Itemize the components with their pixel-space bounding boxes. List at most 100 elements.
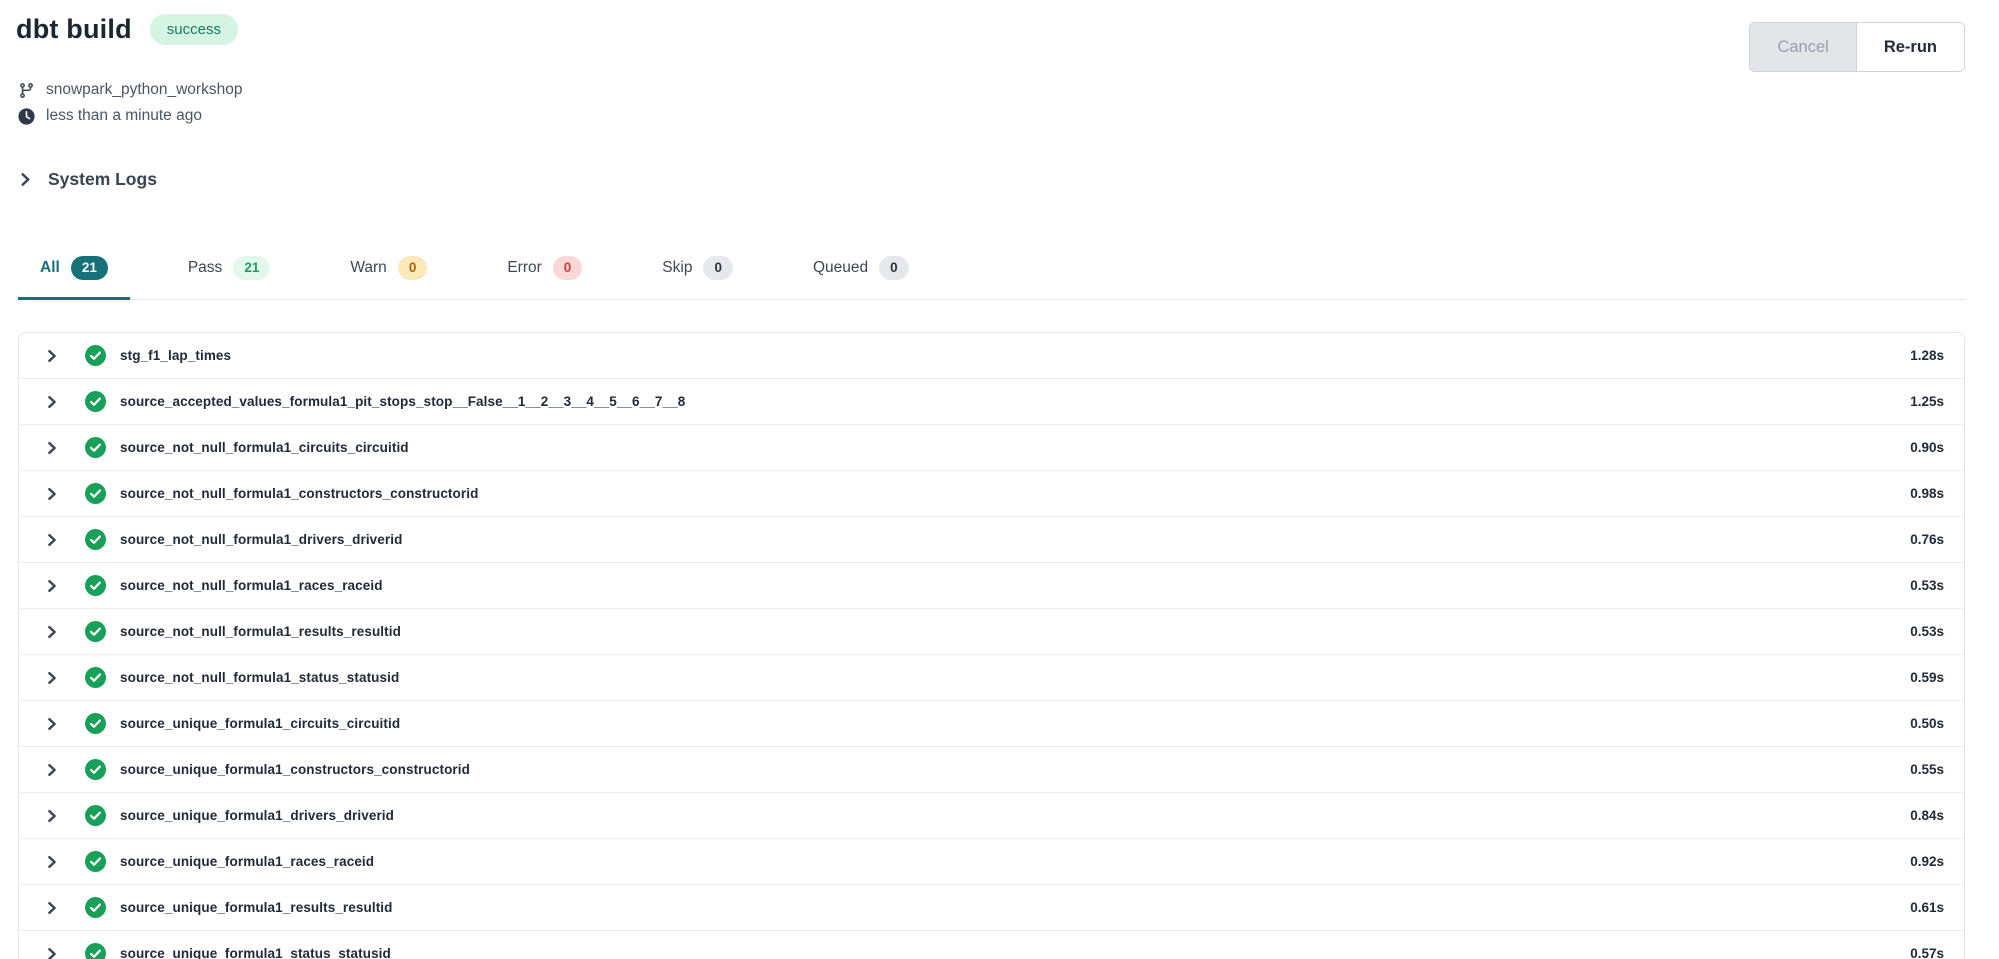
results-tabbar: All 21 Pass 21 Warn 0 Error 0 Skip 0 Que… [18,248,1965,300]
check-circle-icon [85,759,106,780]
result-duration: 0.53s [1910,624,1944,639]
result-row[interactable]: source_not_null_formula1_races_raceid 0.… [19,563,1964,609]
result-row[interactable]: source_unique_formula1_status_statusid 0… [19,931,1964,959]
check-circle-icon [85,529,106,550]
result-name: source_unique_formula1_circuits_circuiti… [120,716,400,731]
check-circle-icon [85,851,106,872]
result-row[interactable]: source_not_null_formula1_status_statusid… [19,655,1964,701]
result-duration: 0.61s [1910,900,1944,915]
results-list: stg_f1_lap_times 1.28s source_accepted_v… [18,332,1965,959]
tab-count-badge: 0 [553,256,583,280]
check-circle-icon [85,621,106,642]
row-expand-chevron-icon[interactable] [45,763,63,777]
check-circle-icon [85,391,106,412]
row-expand-chevron-icon[interactable] [45,901,63,915]
row-expand-chevron-icon[interactable] [45,855,63,869]
result-row[interactable]: source_not_null_formula1_results_resulti… [19,609,1964,655]
result-row[interactable]: source_accepted_values_formula1_pit_stop… [19,379,1964,425]
result-name: stg_f1_lap_times [120,348,231,363]
system-logs-label: System Logs [48,169,157,190]
row-expand-chevron-icon[interactable] [45,395,63,409]
run-header: dbt build success Cancel Re-run [0,0,1999,72]
run-timestamp: less than a minute ago [46,107,202,125]
page-title: dbt build [16,14,132,45]
result-row[interactable]: source_unique_formula1_constructors_cons… [19,747,1964,793]
result-duration: 1.25s [1910,394,1944,409]
result-duration: 0.84s [1910,808,1944,823]
result-duration: 0.53s [1910,578,1944,593]
result-name: source_not_null_formula1_drivers_driveri… [120,532,402,547]
result-duration: 0.92s [1910,854,1944,869]
row-expand-chevron-icon[interactable] [45,625,63,639]
row-expand-chevron-icon[interactable] [45,487,63,501]
tab-label: Error [507,259,541,277]
run-meta: snowpark_python_workshop less than a min… [0,77,1999,129]
tab-count-badge: 0 [879,256,909,280]
result-duration: 0.98s [1910,486,1944,501]
row-expand-chevron-icon[interactable] [45,533,63,547]
check-circle-icon [85,345,106,366]
rerun-button[interactable]: Re-run [1857,23,1964,71]
tab-count-badge: 21 [233,256,270,280]
result-name: source_unique_formula1_races_raceid [120,854,374,869]
result-row[interactable]: source_not_null_formula1_drivers_driveri… [19,517,1964,563]
row-expand-chevron-icon[interactable] [45,349,63,363]
row-expand-chevron-icon[interactable] [45,809,63,823]
result-duration: 0.59s [1910,670,1944,685]
cancel-button[interactable]: Cancel [1750,23,1856,71]
check-circle-icon [85,713,106,734]
results-tab-error[interactable]: Error 0 [485,248,604,300]
result-row[interactable]: source_unique_formula1_drivers_driverid … [19,793,1964,839]
tab-count-badge: 0 [398,256,428,280]
result-row[interactable]: source_unique_formula1_circuits_circuiti… [19,701,1964,747]
row-expand-chevron-icon[interactable] [45,579,63,593]
result-duration: 1.28s [1910,348,1944,363]
check-circle-icon [85,575,106,596]
result-duration: 0.76s [1910,532,1944,547]
check-circle-icon [85,805,106,826]
result-name: source_not_null_formula1_constructors_co… [120,486,478,501]
results-tab-skip[interactable]: Skip 0 [640,248,755,300]
system-logs-toggle[interactable]: System Logs [18,169,157,190]
result-name: source_unique_formula1_status_statusid [120,946,391,959]
status-badge: success [150,14,238,45]
tab-label: Queued [813,259,868,277]
row-expand-chevron-icon[interactable] [45,947,63,959]
result-name: source_not_null_formula1_races_raceid [120,578,383,593]
result-name: source_unique_formula1_constructors_cons… [120,762,470,777]
check-circle-icon [85,667,106,688]
tab-label: Warn [350,259,386,277]
result-name: source_not_null_formula1_results_resulti… [120,624,401,639]
branch-name: snowpark_python_workshop [46,81,242,99]
result-row[interactable]: stg_f1_lap_times 1.28s [19,333,1964,379]
result-name: source_unique_formula1_drivers_driverid [120,808,394,823]
time-row: less than a minute ago [17,103,1999,129]
check-circle-icon [85,437,106,458]
row-expand-chevron-icon[interactable] [45,441,63,455]
chevron-right-icon [18,172,33,187]
tab-label: All [40,259,60,277]
check-circle-icon [85,483,106,504]
run-actions: Cancel Re-run [1749,22,1965,72]
result-duration: 0.90s [1910,440,1944,455]
results-tab-all[interactable]: All 21 [18,248,130,300]
result-row[interactable]: source_unique_formula1_races_raceid 0.92… [19,839,1964,885]
branch-row: snowpark_python_workshop [17,77,1999,103]
check-circle-icon [85,943,106,959]
results-tab-warn[interactable]: Warn 0 [328,248,449,300]
result-duration: 0.57s [1910,946,1944,959]
row-expand-chevron-icon[interactable] [45,717,63,731]
result-row[interactable]: source_not_null_formula1_circuits_circui… [19,425,1964,471]
tab-label: Pass [188,259,222,277]
result-name: source_not_null_formula1_circuits_circui… [120,440,409,455]
result-row[interactable]: source_unique_formula1_results_resultid … [19,885,1964,931]
row-expand-chevron-icon[interactable] [45,671,63,685]
result-row[interactable]: source_not_null_formula1_constructors_co… [19,471,1964,517]
result-name: source_unique_formula1_results_resultid [120,900,393,915]
results-tab-pass[interactable]: Pass 21 [166,248,293,300]
tab-count-badge: 0 [703,256,733,280]
results-tab-queued[interactable]: Queued 0 [791,248,931,300]
result-duration: 0.55s [1910,762,1944,777]
tab-label: Skip [662,259,692,277]
git-branch-icon [17,82,35,99]
